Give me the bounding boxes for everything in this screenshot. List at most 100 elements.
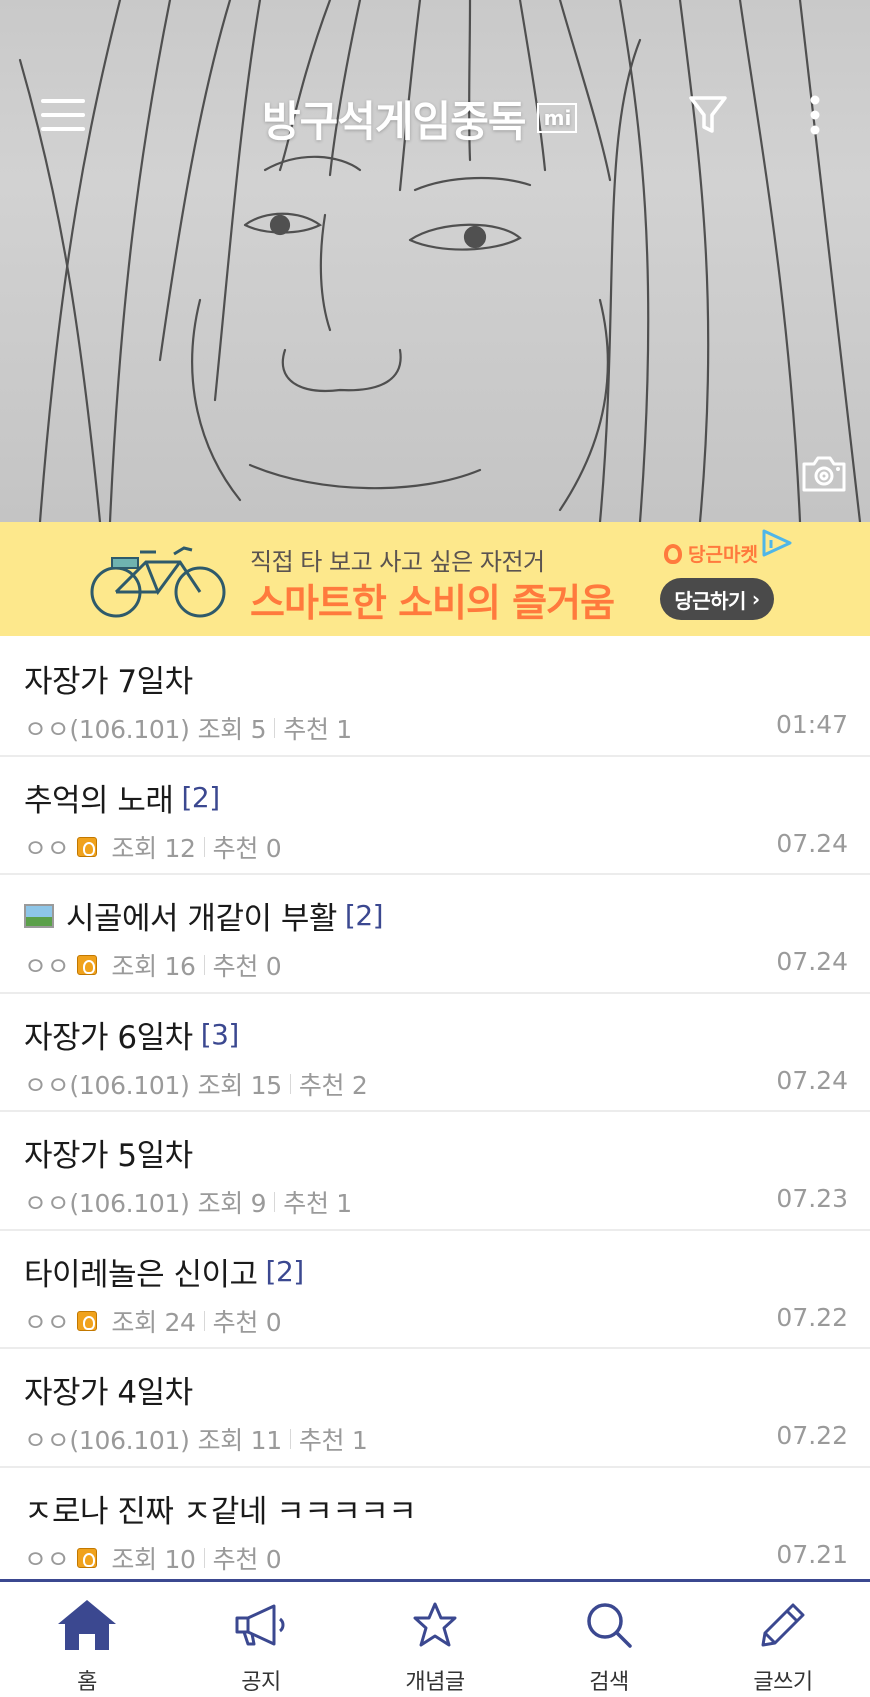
post-views: 조회 10 [111, 1544, 196, 1574]
ad-cta-button[interactable]: 당근하기 › [660, 578, 774, 620]
post-title-row: 시골에서 개같이 부활 [2] [24, 893, 384, 938]
search-icon [585, 1596, 633, 1654]
post-title: 시골에서 개같이 부활 [66, 901, 337, 937]
post-item[interactable]: 타이레놀은 신이고 [2] ㅇㅇ 조회 24 추천 0 07.22 [0, 1231, 870, 1349]
post-item[interactable]: 자장가 7일차 ㅇㅇ(106.101) 조회 5 추천 1 01:47 [0, 638, 870, 757]
nav-concept-label: 개념글 [405, 1670, 465, 1695]
post-views: 조회 9 [197, 1189, 267, 1218]
post-date: 07.24 [776, 828, 848, 858]
meta-divider [203, 955, 205, 975]
post-title-row: 자장가 4일차 [24, 1367, 193, 1412]
nav-notice-label: 공지 [241, 1670, 281, 1695]
reply-count: [2] [181, 780, 220, 814]
post-date: 07.22 [776, 1421, 848, 1450]
post-date: 07.24 [776, 947, 848, 976]
post-item[interactable]: 시골에서 개같이 부활 [2] ㅇㅇ 조회 16 추천 0 07.24 [0, 875, 870, 994]
post-author: ㅇㅇ(106.101) [24, 715, 190, 744]
post-list: 자장가 7일차 ㅇㅇ(106.101) 조회 5 추천 1 01:47 추억의 노래 [2]… [0, 638, 870, 1586]
filter-icon[interactable] [670, 82, 746, 148]
mini-gallery-badge: mi [537, 103, 578, 133]
post-title-row: 타이레놀은 신이고 [2] [24, 1249, 304, 1294]
post-title: 자장가 5일차 [24, 1138, 193, 1174]
post-item[interactable]: 추억의 노래 [2] ㅇㅇ 조회 12 추천 0 07.24 [0, 757, 870, 875]
post-recommends: 추천 1 [283, 715, 352, 744]
post-recommends: 추천 0 [212, 1544, 282, 1574]
reply-count: [3] [200, 1017, 240, 1051]
chevron-right-icon: › [751, 587, 760, 611]
hamburger-menu-icon[interactable] [28, 82, 98, 148]
bottom-nav: 홈 공지 개념글 검색 글쓰기 [0, 1579, 870, 1697]
post-author: ㅇㅇ [24, 952, 70, 981]
post-date: 07.21 [776, 1539, 848, 1569]
ad-cta-label: 당근하기 [674, 588, 746, 613]
star-icon [413, 1596, 457, 1654]
fixed-nick-icon [77, 1547, 98, 1568]
post-recommends: 추천 0 [212, 952, 282, 981]
post-item[interactable]: 자장가 5일차 ㅇㅇ(106.101) 조회 9 추천 1 07.23 [0, 1112, 870, 1231]
post-date: 01:47 [775, 710, 848, 739]
gallery-title[interactable]: 방구석게임중독 mi [262, 88, 578, 148]
meta-divider [203, 1547, 205, 1568]
post-title-row: 자장가 6일차 [3] [24, 1012, 239, 1057]
ad-brand-text: 당근마켓 [688, 544, 758, 566]
fixed-nick-icon [77, 836, 98, 857]
top-bar: 방구석게임중독 mi [0, 60, 870, 160]
post-meta: ㅇㅇ(106.101) 조회 5 추천 1 [24, 710, 352, 746]
ad-choices-icon[interactable] [760, 528, 796, 558]
nav-search-label: 검색 [589, 1670, 629, 1695]
post-date: 07.24 [776, 1065, 848, 1095]
post-author: ㅇㅇ [24, 1544, 70, 1574]
post-recommends: 추천 0 [212, 833, 282, 863]
image-attachment-icon [24, 903, 54, 928]
post-date: 07.22 [776, 1302, 848, 1332]
post-item[interactable]: 자장가 6일차 [3] ㅇㅇ(106.101) 조회 15 추천 2 07.24 [0, 994, 870, 1112]
post-views: 조회 15 [197, 1070, 283, 1100]
post-title: 자장가 7일차 [24, 664, 193, 700]
nav-search[interactable]: 검색 [522, 1582, 696, 1697]
post-meta: ㅇㅇ(106.101) 조회 11 추천 1 [24, 1421, 368, 1457]
carrot-logo-icon [664, 543, 682, 564]
nav-concept[interactable]: 개념글 [348, 1582, 522, 1697]
post-title-row: ㅈ로나 진짜 ㅈ같네 ㅋㅋㅋㅋㅋ [24, 1486, 417, 1531]
meta-divider [203, 1310, 205, 1331]
gallery-cover: 방구석게임중독 mi [0, 0, 870, 522]
meta-divider [203, 836, 205, 857]
post-title-row: 자장가 5일차 [24, 1130, 193, 1175]
bicycle-icon [90, 546, 226, 618]
ad-headline: 스마트한 소비의 즐거움 [250, 581, 615, 625]
post-recommends: 추천 1 [298, 1426, 368, 1455]
post-meta: ㅇㅇ 조회 24 추천 0 [24, 1303, 282, 1339]
gallery-title-text: 방구석게임중독 [262, 96, 526, 146]
post-views: 조회 16 [111, 952, 196, 981]
post-views: 조회 5 [197, 715, 267, 744]
post-meta: ㅇㅇ 조회 16 추천 0 [24, 947, 282, 983]
post-meta: ㅇㅇ(106.101) 조회 15 추천 2 [24, 1066, 368, 1102]
post-item[interactable]: 자장가 4일차 ㅇㅇ(106.101) 조회 11 추천 1 07.22 [0, 1349, 870, 1468]
home-icon [55, 1596, 119, 1654]
post-title: 추억의 노래 [24, 782, 174, 819]
nav-home[interactable]: 홈 [0, 1582, 174, 1697]
post-recommends: 추천 0 [212, 1307, 282, 1337]
meta-divider [289, 1429, 291, 1449]
ad-banner[interactable]: 직접 타 보고 사고 싶은 자전거 스마트한 소비의 즐거움 당근마켓 당근하기… [0, 522, 870, 636]
post-title-row: 자장가 7일차 [24, 656, 193, 701]
pencil-icon [759, 1596, 807, 1654]
post-author: ㅇㅇ(106.101) [24, 1070, 190, 1100]
nav-notice[interactable]: 공지 [174, 1582, 348, 1697]
post-recommends: 추천 2 [298, 1070, 368, 1100]
camera-icon[interactable] [796, 450, 852, 498]
post-author: ㅇㅇ [24, 1307, 70, 1337]
post-item[interactable]: ㅈ로나 진짜 ㅈ같네 ㅋㅋㅋㅋㅋㅇㅇ 조회 10 추천 0 07.21 [0, 1468, 870, 1586]
more-vertical-icon[interactable] [780, 82, 850, 148]
post-title: 타이레놀은 신이고 [24, 1256, 258, 1293]
post-meta: ㅇㅇ(106.101) 조회 9 추천 1 [24, 1184, 352, 1220]
meta-divider [274, 1192, 276, 1212]
ad-brand: 당근마켓 [664, 540, 758, 567]
fixed-nick-icon [77, 1310, 98, 1331]
nav-write[interactable]: 글쓰기 [696, 1582, 870, 1697]
post-title: 자장가 6일차 [24, 1019, 193, 1056]
post-author: ㅇㅇ [24, 833, 70, 863]
fixed-nick-icon [77, 955, 98, 975]
meta-divider [274, 718, 276, 738]
nav-home-label: 홈 [77, 1670, 97, 1695]
